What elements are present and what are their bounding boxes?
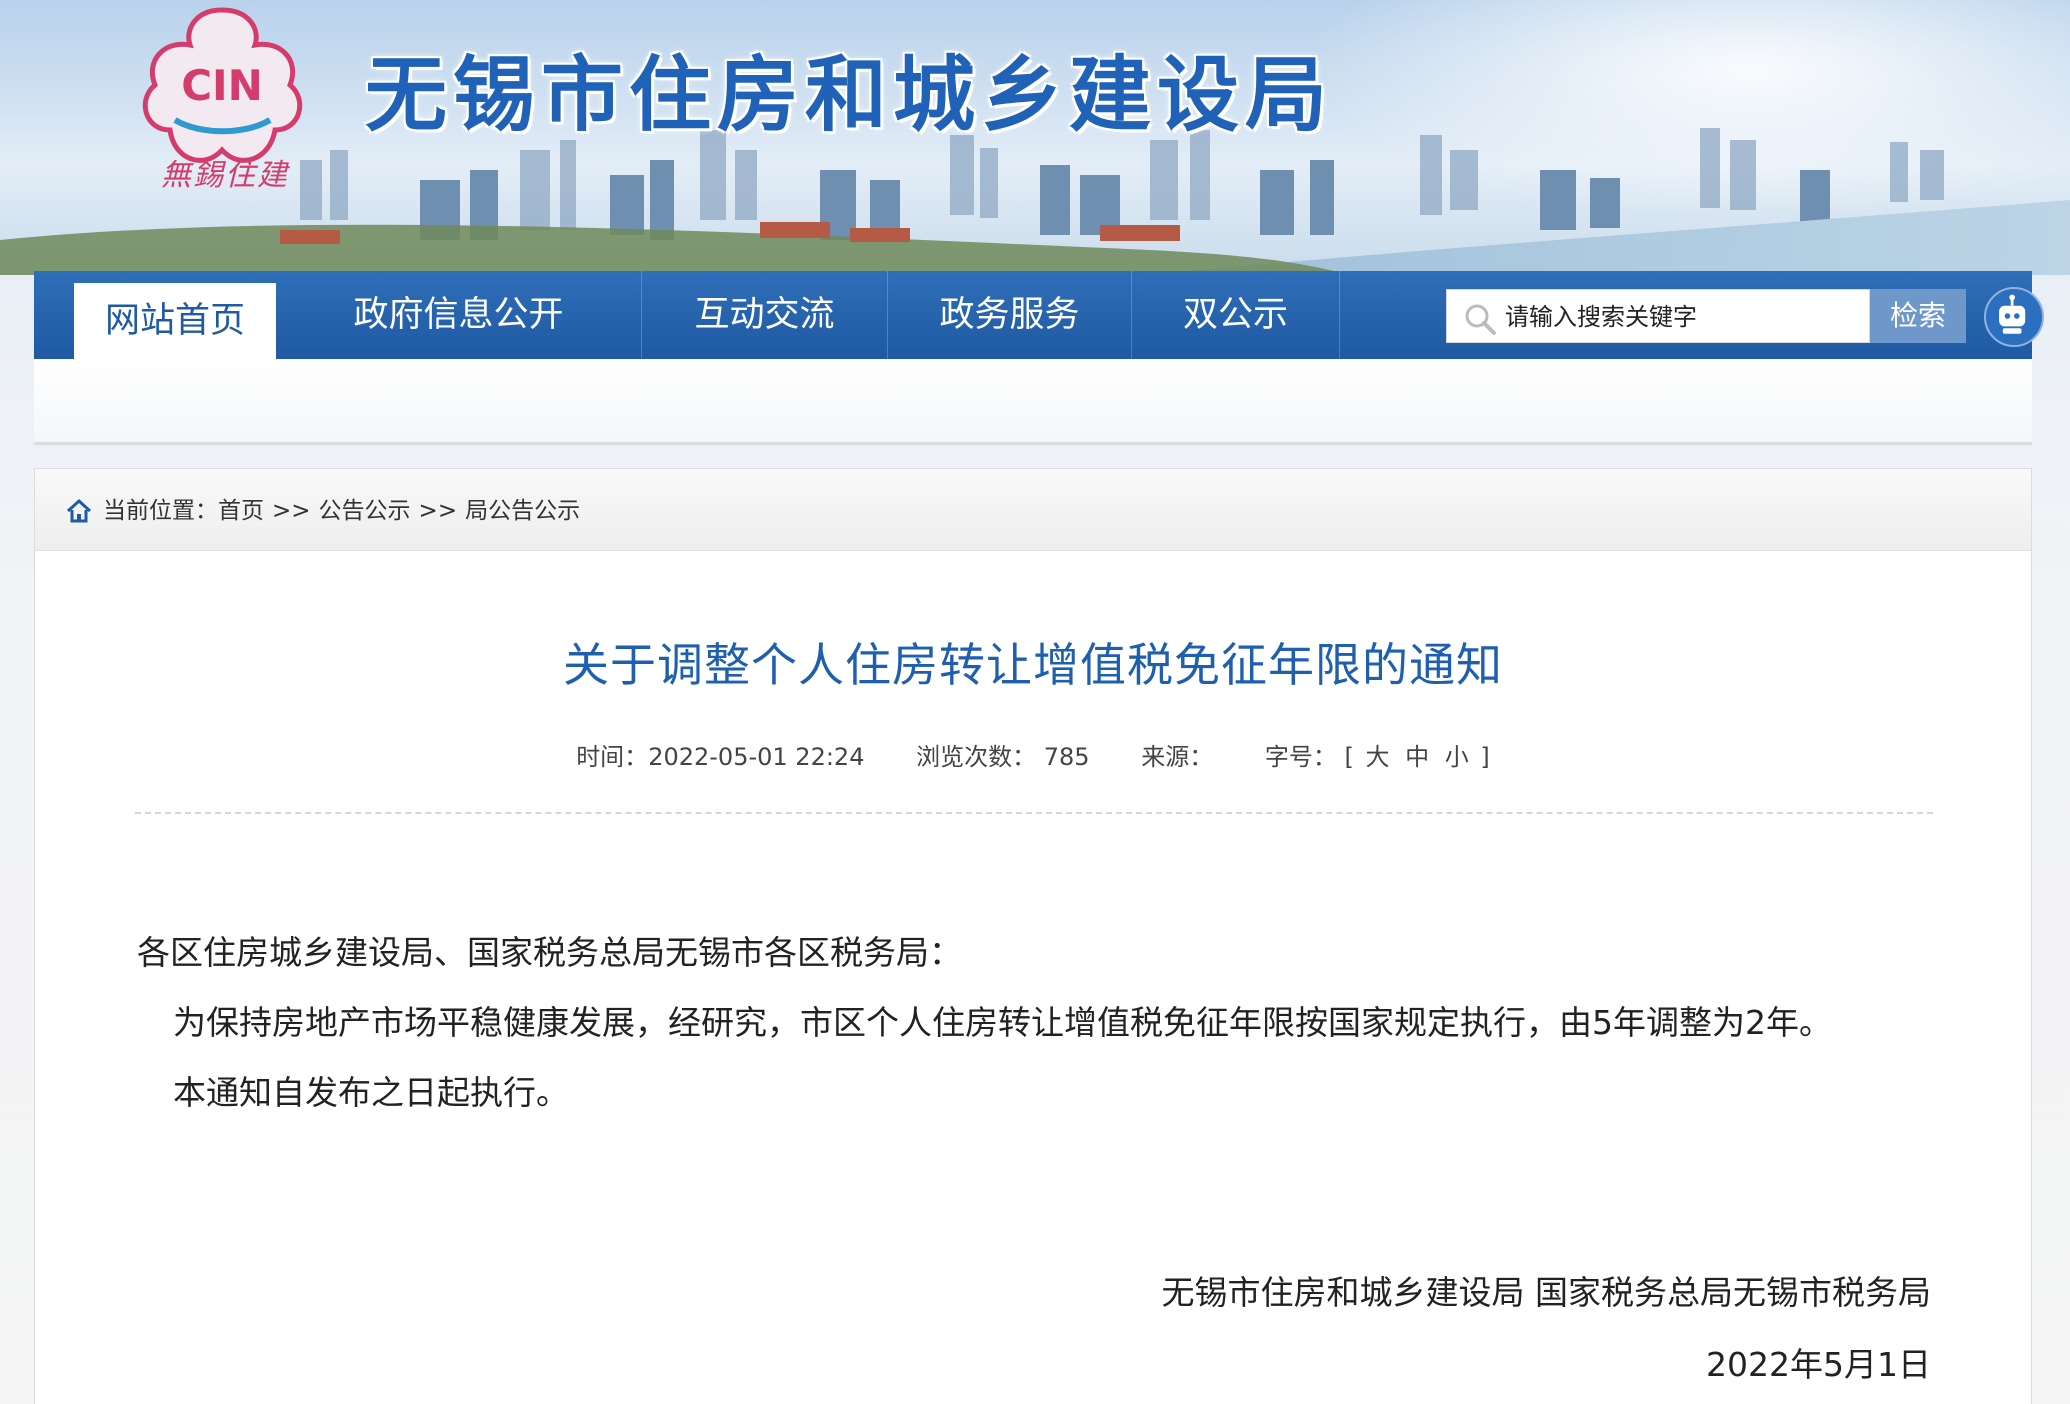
meta-views-label: 浏览次数： [916, 743, 1037, 771]
nav-item-double-publicity[interactable]: 双公示 [1132, 271, 1340, 359]
font-bracket-open: [ [1344, 743, 1354, 771]
nav-item-gov-service[interactable]: 政务服务 [888, 271, 1132, 359]
search-icon [1465, 304, 1496, 335]
meta-divider [135, 812, 1933, 814]
main-nav: 网站首页 政府信息公开 互动交流 政务服务 双公示 检索 [34, 271, 2044, 359]
font-size-small-link[interactable]: 小 [1445, 743, 1469, 771]
nav-item-gov-info[interactable]: 政府信息公开 [276, 271, 642, 359]
article-signature: 无锡市住房和城乡建设局 国家税务总局无锡市税务局 2022年5月1日 [1162, 1269, 1932, 1389]
meta-views-value: 785 [1043, 743, 1090, 771]
breadcrumb-link-bureau-announcements[interactable]: 局公告公示 [465, 493, 580, 529]
article-paragraph: 为保持房地产市场平稳健康发展，经研究，市区个人住房转让增值税免征年限按国家规定执… [173, 1003, 1832, 1042]
article-title: 关于调整个人住房转让增值税免征年限的通知 [563, 638, 1503, 692]
font-size-medium-link[interactable]: 中 [1405, 743, 1429, 771]
font-bracket-close: ] [1480, 743, 1490, 771]
home-icon [66, 498, 92, 523]
meta-font-label: 字号： [1264, 743, 1337, 771]
breadcrumb-bar: 当前位置： 首页 >> 公告公示 >> 局公告公示 [35, 469, 2031, 551]
header-banner: CIN 無錫住建 无锡市住房和城乡建设局 [0, 0, 2070, 275]
nav-item-interaction[interactable]: 互动交流 [642, 271, 888, 359]
nav-item-home[interactable]: 网站首页 [74, 283, 276, 359]
font-size-large-link[interactable]: 大 [1366, 743, 1390, 771]
meta-source-label: 来源： [1141, 743, 1214, 771]
search-input[interactable] [1505, 298, 1855, 336]
signatory: 无锡市住房和城乡建设局 国家税务总局无锡市税务局 [1161, 1273, 1932, 1312]
site-title: 无锡市住房和城乡建设局 [365, 47, 1334, 143]
search-button[interactable]: 检索 [1870, 289, 1966, 343]
breadcrumb: 当前位置： 首页 >> 公告公示 >> 局公告公示 [65, 493, 580, 529]
robot-assistant-button[interactable] [1984, 287, 2044, 347]
meta-source: 来源： [1141, 743, 1221, 771]
robot-icon [1999, 294, 2026, 334]
sub-nav-strip [34, 359, 2032, 445]
article-paragraph: 本通知自发布之日起执行。 [173, 1073, 569, 1112]
meta-time-label: 时间： [576, 743, 649, 771]
article-meta: 时间：2022-05-01 22:24 浏览次数： 785 来源： 字号： [ … [35, 737, 2031, 772]
svg-text:CIN: CIN [181, 61, 263, 110]
breadcrumb-prefix: 当前位置： [103, 498, 218, 524]
meta-font-size: 字号： [ 大 中 小 ] [1265, 743, 1490, 771]
article-panel: 当前位置： 首页 >> 公告公示 >> 局公告公示 关于调整个人住房转让增值税免… [34, 468, 2032, 1404]
breadcrumb-link-home[interactable]: 首页 [218, 493, 264, 529]
meta-time: 时间：2022-05-01 22:24 [576, 743, 872, 771]
logo-caption: 無錫住建 [161, 158, 289, 193]
issue-date: 2022年5月1日 [1706, 1345, 1931, 1384]
breadcrumb-link-announcements[interactable]: 公告公示 [319, 493, 411, 529]
meta-time-value: 2022-05-01 22:24 [648, 743, 865, 771]
breadcrumb-separator: >> [272, 498, 311, 524]
meta-views: 浏览次数： 785 [916, 743, 1097, 771]
article-body: 各区住房城乡建设局、国家税务总局无锡市各区税务局： 为保持房地产市场平稳健康发展… [137, 929, 1935, 1139]
breadcrumb-separator: >> [418, 498, 458, 524]
search-box [1446, 289, 1870, 343]
article-addressee: 各区住房城乡建设局、国家税务总局无锡市各区税务局： [137, 933, 962, 972]
